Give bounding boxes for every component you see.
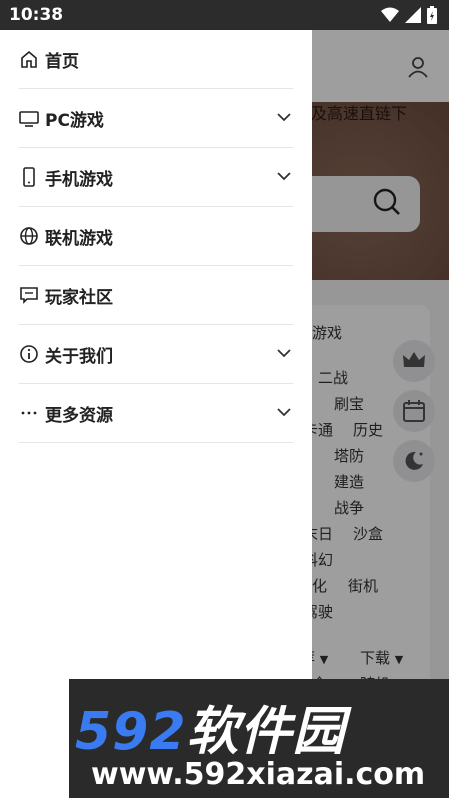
- menu-label: 更多资源: [45, 405, 113, 426]
- monitor-icon: [19, 108, 39, 128]
- status-icons: [381, 6, 437, 24]
- chat-icon: [19, 285, 39, 305]
- menu-item-about[interactable]: 关于我们: [19, 325, 293, 384]
- watermark-brand: 软件园: [186, 702, 346, 762]
- chevron-down-icon: [277, 172, 291, 181]
- menu-label: 玩家社区: [45, 287, 113, 308]
- watermark-logo: 592软件园: [75, 689, 346, 764]
- menu-label: 关于我们: [45, 346, 113, 367]
- menu-item-online-games[interactable]: 联机游戏: [19, 207, 293, 266]
- menu-item-mobile-games[interactable]: 手机游戏: [19, 148, 293, 207]
- watermark-number: 592: [75, 702, 187, 762]
- info-icon: [19, 344, 39, 364]
- battery-icon: [427, 6, 437, 24]
- globe-icon: [19, 226, 39, 246]
- chevron-down-icon: [277, 113, 291, 122]
- menu-item-more-resources[interactable]: 更多资源: [19, 384, 293, 443]
- chevron-down-icon: [277, 349, 291, 358]
- phone-icon: [19, 167, 39, 187]
- menu-label: 首页: [45, 51, 79, 72]
- menu-label: 联机游戏: [45, 228, 113, 249]
- watermark-url: www.592xiazai.com: [91, 757, 426, 792]
- chevron-down-icon: [277, 408, 291, 417]
- menu-label: PC游戏: [45, 110, 104, 131]
- home-icon: [19, 49, 39, 69]
- menu-item-pc-games[interactable]: PC游戏: [19, 89, 293, 148]
- status-time: 10:38: [9, 5, 64, 25]
- more-icon: [19, 403, 39, 423]
- watermark: 592软件园 www.592xiazai.com: [69, 679, 449, 798]
- menu-item-home[interactable]: 首页: [19, 30, 293, 89]
- menu-item-community[interactable]: 玩家社区: [19, 266, 293, 325]
- wifi-icon: [381, 7, 399, 22]
- menu-label: 手机游戏: [45, 169, 113, 190]
- status-bar: 10:38: [0, 0, 449, 30]
- signal-icon: [405, 7, 421, 23]
